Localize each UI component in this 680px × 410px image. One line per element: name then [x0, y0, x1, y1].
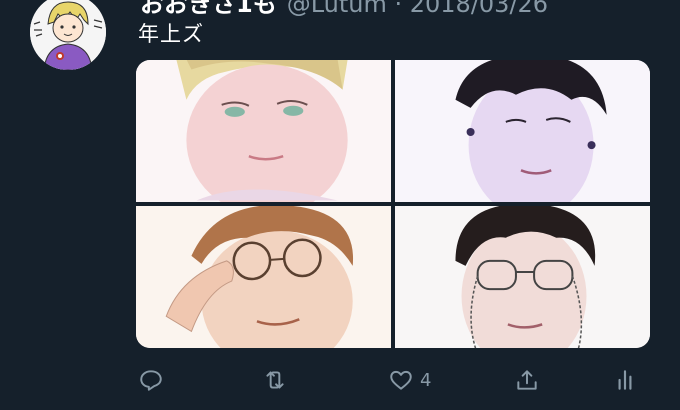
retweet-icon	[266, 371, 284, 389]
illustration-man-with-round-glasses	[136, 206, 391, 348]
like-count: 4	[420, 369, 432, 391]
reply-icon	[140, 370, 162, 391]
retweet-button[interactable]	[262, 360, 294, 400]
analytics-icon	[618, 370, 632, 390]
reply-button[interactable]	[138, 360, 170, 400]
media-grid	[136, 60, 650, 348]
tweet-actions: 4	[136, 360, 656, 400]
illustration-blond-man	[136, 60, 391, 202]
media-image-4[interactable]	[395, 206, 650, 348]
media-image-2[interactable]	[395, 60, 650, 202]
heart-icon	[390, 370, 412, 390]
tweet-header: おおきさ1も @Lutum · 2018/03/26	[140, 0, 548, 19]
like-button[interactable]: 4	[388, 360, 431, 400]
illustration-dark-haired-man-earrings	[395, 60, 650, 202]
analytics-button[interactable]	[612, 360, 644, 400]
media-image-3[interactable]	[136, 206, 391, 348]
share-button[interactable]	[514, 360, 546, 400]
author-name[interactable]: おおきさ1も	[140, 0, 277, 18]
avatar-illustration	[30, 0, 106, 70]
avatar[interactable]	[30, 0, 106, 70]
share-icon	[517, 370, 537, 390]
tweet-text: 年上ズ	[138, 22, 204, 46]
media-image-1[interactable]	[136, 60, 391, 202]
illustration-man-with-glasses-chain	[395, 206, 650, 348]
handle-date[interactable]: @Lutum · 2018/03/26	[287, 0, 548, 18]
